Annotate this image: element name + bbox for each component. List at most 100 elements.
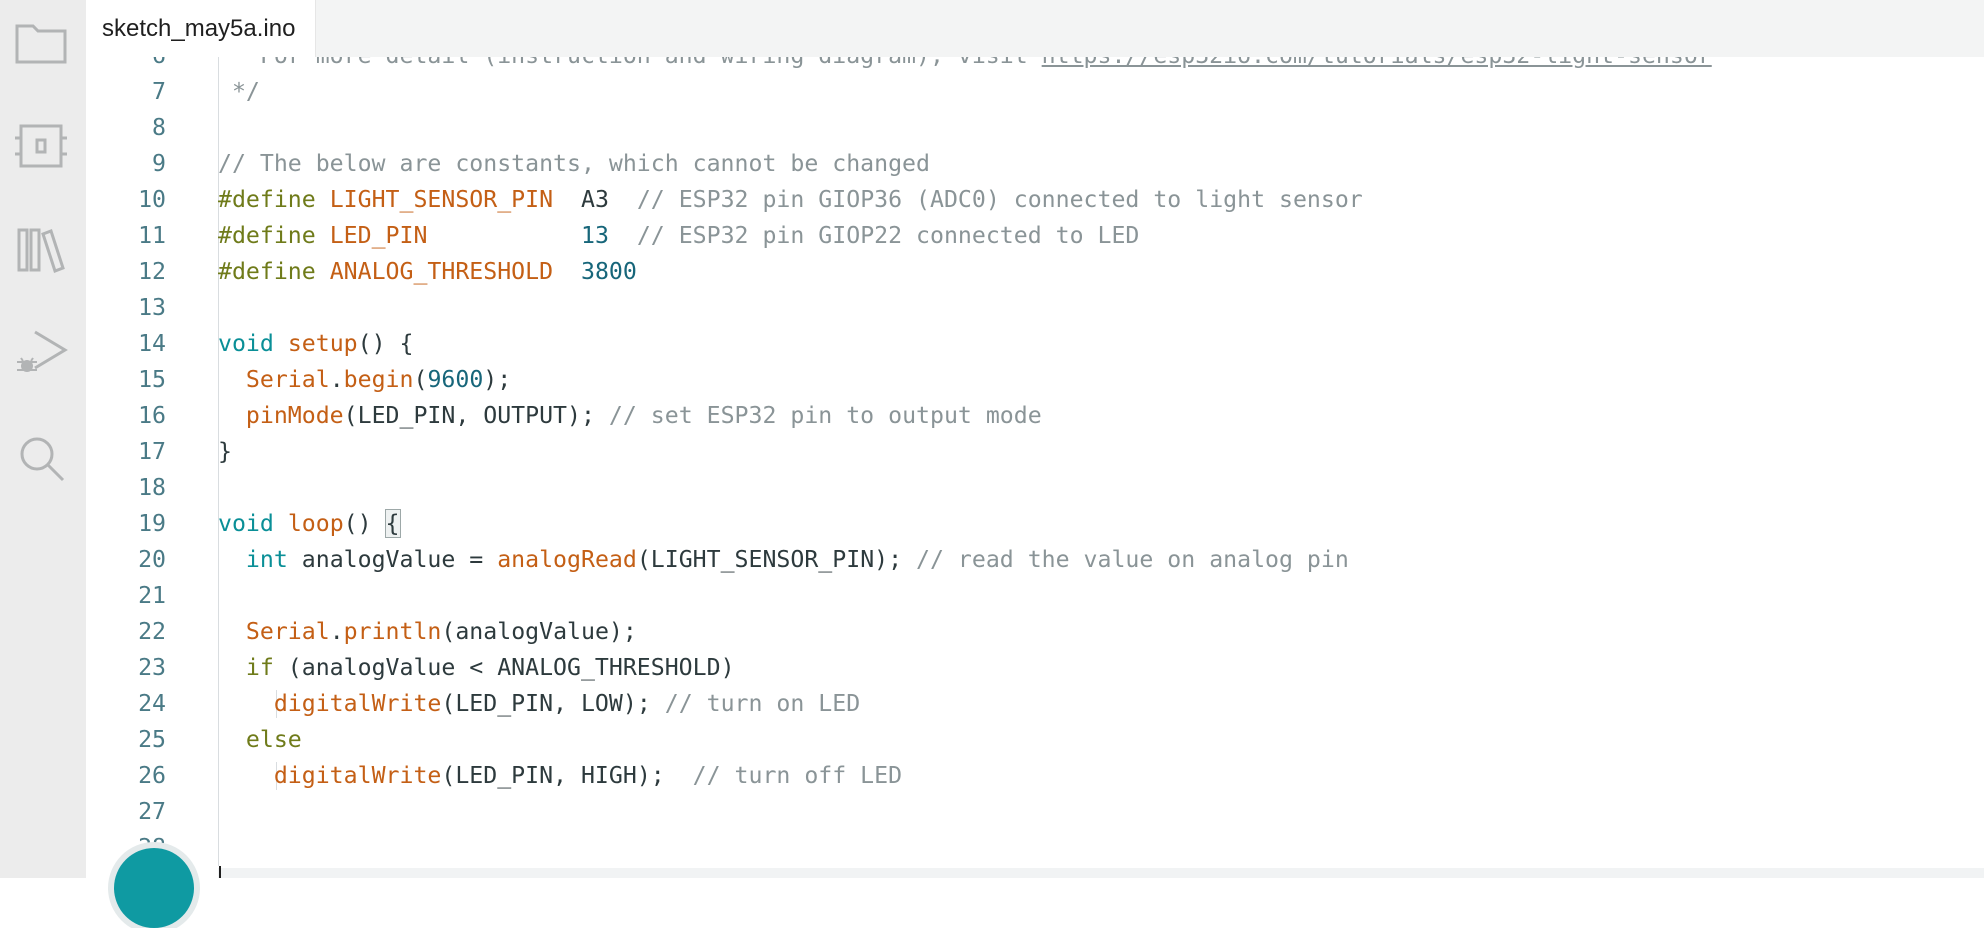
line-number: 15: [138, 366, 166, 393]
line-number: 10: [138, 186, 166, 213]
code-text: Serial.println(analogValue);: [218, 614, 637, 650]
code-line: 17}: [86, 434, 1984, 470]
code-token: digitalWrite: [273, 690, 442, 717]
code-line: 12 #define ANALOG_THRESHOLD 3800: [86, 254, 1984, 290]
line-number: 22: [138, 618, 166, 645]
code-text: #define ANALOG_THRESHOLD 3800: [218, 254, 637, 290]
code-token: println: [343, 618, 442, 645]
code-token: 3800: [580, 258, 637, 285]
code-line: 14 void setup() {: [86, 326, 1984, 362]
code-token: (LED_PIN, LOW);: [441, 690, 665, 717]
code-line: 6 * For more detail (instruction and wir…: [86, 57, 1984, 74]
code-token: #define: [218, 186, 330, 213]
code-text: // The below are constants, which cannot…: [218, 146, 930, 182]
line-number: 20: [138, 546, 166, 573]
search-icon[interactable]: [13, 430, 69, 486]
line-number: 8: [152, 114, 166, 141]
code-token: * For more detail (instruction and wirin…: [218, 57, 1042, 69]
code-line: 8: [86, 110, 1984, 146]
code-text: pinMode(LED_PIN, OUTPUT); // set ESP32 p…: [218, 398, 1042, 434]
library-icon[interactable]: [13, 222, 69, 278]
code-editor[interactable]: 6 * For more detail (instruction and wir…: [86, 57, 1984, 878]
code-line: 24 digitalWrite(LED_PIN, LOW); // turn o…: [86, 686, 1984, 722]
code-token: if: [245, 654, 274, 681]
code-token[interactable]: https://esp32io.com/tutorials/esp32-ligh…: [1042, 57, 1712, 69]
code-token: else: [245, 726, 302, 753]
fold-guide: [218, 794, 219, 830]
line-number: 7: [152, 78, 166, 105]
code-line: 20 int analogValue = analogRead(LIGHT_SE…: [86, 542, 1984, 578]
code-text: if (analogValue < ANALOG_THRESHOLD): [218, 650, 735, 686]
code-token: ANALOG_THRESHOLD: [329, 258, 554, 285]
code-text: void loop() {: [218, 506, 401, 542]
line-number: 16: [138, 402, 166, 429]
code-line: 7 */: [86, 74, 1984, 110]
code-line: 27: [86, 794, 1984, 830]
code-token: void: [218, 330, 288, 357]
fold-guide: [218, 578, 219, 614]
code-token: analogValue =: [287, 546, 498, 573]
folder-icon[interactable]: [13, 14, 69, 70]
line-number: 13: [138, 294, 166, 321]
code-token: (LED_PIN, OUTPUT);: [343, 402, 609, 429]
code-text: else: [218, 722, 302, 758]
debug-icon[interactable]: [13, 326, 69, 382]
code-token: void: [218, 510, 288, 537]
code-text: #define LIGHT_SENSOR_PIN A3 // ESP32 pin…: [218, 182, 1363, 218]
code-token: // ESP32 pin GIOP22 connected to LED: [636, 222, 1140, 249]
code-line: 25 else: [86, 722, 1984, 758]
code-token: );: [483, 366, 512, 393]
activity-bar: [0, 0, 86, 878]
horizontal-scrollbar[interactable]: [218, 868, 1984, 878]
fold-guide: [218, 290, 219, 326]
code-token: digitalWrite: [273, 762, 442, 789]
line-number: 24: [138, 690, 166, 717]
code-token: LED_PIN: [329, 222, 428, 249]
line-number: 27: [138, 798, 166, 825]
line-number: 12: [138, 258, 166, 285]
code-token: .: [329, 618, 344, 645]
code-token: () {: [357, 330, 414, 357]
code-line: 10 #define LIGHT_SENSOR_PIN A3 // ESP32 p…: [86, 182, 1984, 218]
code-line: 22 Serial.println(analogValue);: [86, 614, 1984, 650]
tab-sketch[interactable]: sketch_may5a.ino: [86, 0, 316, 57]
code-token: pinMode: [245, 402, 344, 429]
code-token: (LIGHT_SENSOR_PIN);: [636, 546, 917, 573]
code-token: 9600: [427, 366, 484, 393]
board-icon[interactable]: [13, 118, 69, 174]
code-token: {: [384, 509, 401, 538]
fold-guide: [218, 830, 219, 866]
code-token: // read the value on analog pin: [916, 546, 1349, 573]
code-line: 18: [86, 470, 1984, 506]
code-token: (analogValue);: [441, 618, 637, 645]
code-line: 26 digitalWrite(LED_PIN, HIGH); // turn …: [86, 758, 1984, 794]
code-token: // ESP32 pin GIOP36 (ADC0) connected to …: [636, 186, 1363, 213]
code-token: // turn off LED: [692, 762, 903, 789]
code-line: 16 pinMode(LED_PIN, OUTPUT); // set ESP3…: [86, 398, 1984, 434]
text-cursor: [219, 866, 221, 878]
code-token: (): [343, 510, 386, 537]
code-token: (analogValue < ANALOG_THRESHOLD): [273, 654, 735, 681]
code-line: 21: [86, 578, 1984, 614]
code-token: */: [218, 78, 260, 105]
assistant-button[interactable]: [114, 848, 194, 928]
code-line: 11 #define LED_PIN 13 // ESP32 pin GIOP22…: [86, 218, 1984, 254]
code-line: 15 Serial.begin(9600);: [86, 362, 1984, 398]
line-number: 25: [138, 726, 166, 753]
code-text: }: [218, 434, 232, 470]
code-line: 28: [86, 830, 1984, 866]
code-token: A3: [553, 186, 637, 213]
code-token: begin: [343, 366, 414, 393]
fold-guide: [218, 110, 219, 146]
